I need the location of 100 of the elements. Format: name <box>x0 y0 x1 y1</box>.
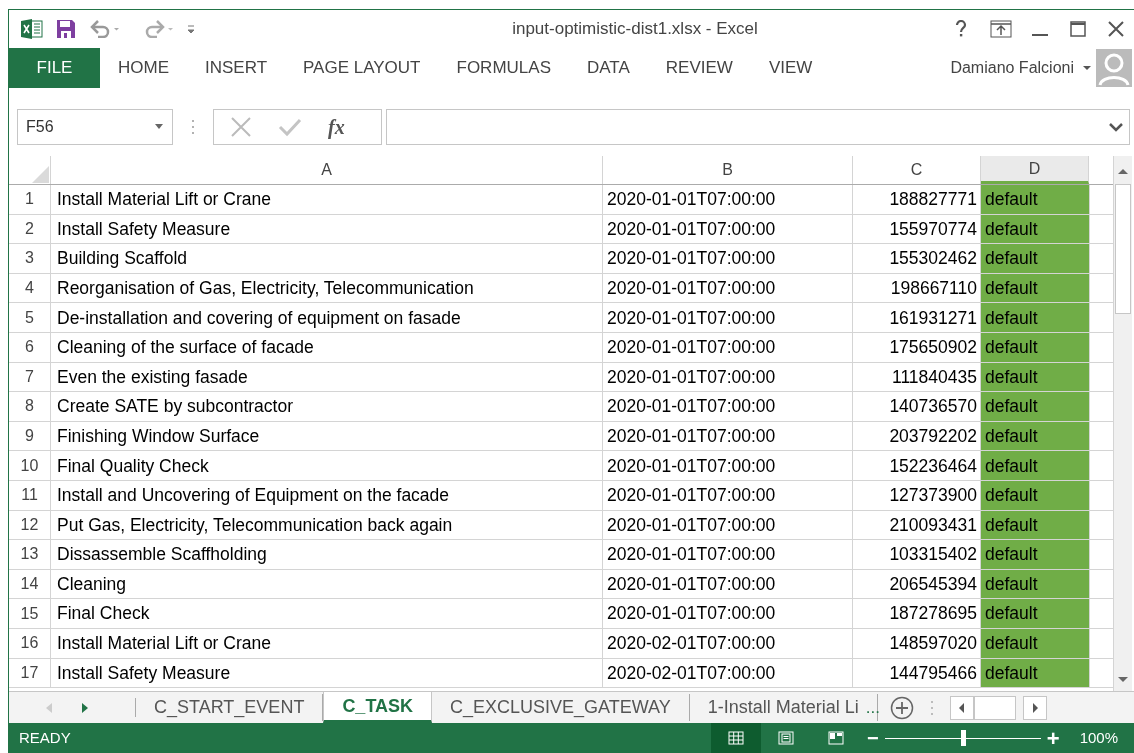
table-cell: 2020-02-01T07:00:00 <box>603 658 853 688</box>
ribbon-tab[interactable]: PAGE LAYOUT <box>285 48 439 88</box>
expand-icon[interactable] <box>1109 122 1123 132</box>
table-cell: 2020-01-01T07:00:00 <box>603 451 853 480</box>
grip-icon <box>930 699 935 716</box>
row-header[interactable]: 8 <box>9 392 51 421</box>
check-icon[interactable] <box>278 117 302 137</box>
row-header[interactable]: 4 <box>9 273 51 303</box>
formula-input[interactable] <box>386 109 1130 145</box>
zoom-slider[interactable] <box>884 730 1041 746</box>
table-cell: Dissassemble Scaffholding <box>51 540 603 569</box>
next-sheet-icon[interactable] <box>81 701 89 714</box>
row-header[interactable]: 16 <box>9 628 51 658</box>
table-cell: Finishing Window Surface <box>51 421 603 451</box>
table-cell: 2020-01-01T07:00:00 <box>603 480 853 510</box>
insert-function-button[interactable]: fx <box>328 112 345 142</box>
column-header[interactable]: D <box>981 156 1089 184</box>
add-sheet-icon[interactable] <box>890 695 915 720</box>
table-cell: default <box>981 273 1089 303</box>
close-icon[interactable] <box>1108 21 1124 37</box>
ribbon-tab[interactable]: VIEW <box>750 48 831 88</box>
ribbon-tab[interactable]: FORMULAS <box>438 48 569 88</box>
zoom-level[interactable]: 100% <box>1079 726 1118 750</box>
window-title: input-optimistic-dist1.xlsx - Excel <box>512 18 758 41</box>
ribbon-tab[interactable]: HOME <box>100 48 187 88</box>
row-header[interactable]: 5 <box>9 303 51 332</box>
name-box[interactable]: F56 <box>17 109 173 145</box>
table-cell: default <box>981 214 1089 244</box>
app-logo-icon[interactable] <box>21 18 43 40</box>
table-cell: 2020-01-01T07:00:00 <box>603 244 853 273</box>
maximize-icon[interactable] <box>1070 21 1086 37</box>
grip-icon <box>191 119 195 135</box>
table-cell: 2020-01-01T07:00:00 <box>603 540 853 569</box>
help-icon[interactable] <box>954 20 968 38</box>
row-header[interactable]: 14 <box>9 569 51 599</box>
status-text: READY <box>19 727 71 748</box>
table-cell: Cleaning <box>51 569 603 599</box>
table-cell: Cleaning of the surface of facade <box>51 332 603 362</box>
table-cell: default <box>981 451 1089 480</box>
row-header[interactable]: 9 <box>9 421 51 451</box>
table-cell: 2020-01-01T07:00:00 <box>603 362 853 392</box>
row-header[interactable]: 1 <box>9 185 51 214</box>
row-header[interactable]: 6 <box>9 332 51 362</box>
ribbon-display-icon[interactable] <box>990 20 1012 38</box>
scroll-right-icon[interactable] <box>1032 702 1039 713</box>
vertical-scrollbar[interactable] <box>1113 156 1132 691</box>
table-cell: Install Safety Measure <box>51 658 603 688</box>
more-sheets[interactable]: ... <box>865 694 881 721</box>
ribbon-tab[interactable]: REVIEW <box>647 48 751 88</box>
table-cell: De-installation and covering of equipment on fasade <box>51 303 603 332</box>
row-header[interactable]: 2 <box>9 214 51 244</box>
table-cell: Building Scaffold <box>51 244 603 273</box>
column-header[interactable]: A <box>51 156 603 184</box>
sheet-tab[interactable]: C_TASK <box>323 692 433 723</box>
view-button[interactable] <box>711 723 762 753</box>
column-header[interactable]: B <box>603 156 853 184</box>
ribbon-tab[interactable]: INSERT <box>187 48 286 88</box>
table-cell: Reorganisation of Gas, Electricity, Telecommunication <box>51 273 603 303</box>
table-cell: default <box>981 480 1089 510</box>
customize-caret-icon[interactable] <box>186 23 196 35</box>
table-cell: 2020-01-01T07:00:00 <box>603 510 853 540</box>
table-cell: 2020-01-01T07:00:00 <box>603 185 853 214</box>
table-cell: 2020-01-01T07:00:00 <box>603 303 853 332</box>
table-cell: Install and Uncovering of Equipment on the facade <box>51 480 603 510</box>
page-icon <box>778 731 795 745</box>
sheet-tab[interactable]: C_EXCLUSIVE_GATEWAY <box>432 694 690 721</box>
caret-icon[interactable] <box>154 124 164 130</box>
caret-icon[interactable] <box>1082 64 1092 72</box>
horizontal-scrollbar[interactable] <box>950 695 1048 720</box>
zoom-in-button[interactable]: + <box>1046 721 1060 753</box>
file-tab[interactable]: FILE <box>9 48 100 88</box>
table-cell: default <box>981 244 1089 273</box>
table-cell: default <box>981 392 1089 421</box>
page-break-icon <box>828 731 845 745</box>
scroll-left-icon[interactable] <box>959 702 966 713</box>
undo-icon[interactable] <box>90 20 120 38</box>
table-cell: default <box>981 362 1089 392</box>
table-cell: 2020-01-01T07:00:00 <box>603 332 853 362</box>
row-header[interactable]: 17 <box>9 658 51 688</box>
table-cell: default <box>981 599 1089 628</box>
scroll-thumb[interactable] <box>1115 184 1131 314</box>
row-header[interactable]: 12 <box>9 510 51 540</box>
table-cell: Install Safety Measure <box>51 214 603 244</box>
table-cell: Install Material Lift or Crane <box>51 185 603 214</box>
row-header[interactable]: 15 <box>9 599 51 628</box>
zoom-out-button[interactable]: − <box>867 723 879 753</box>
row-header[interactable]: 13 <box>9 540 51 569</box>
row-header[interactable]: 10 <box>9 451 51 480</box>
zoom-slider-thumb[interactable] <box>960 730 966 746</box>
table-cell: 2020-01-01T07:00:00 <box>603 273 853 303</box>
table-cell: 2020-01-01T07:00:00 <box>603 569 853 599</box>
row-header[interactable]: 7 <box>9 362 51 392</box>
user-name[interactable]: Damiano Falcioni <box>950 56 1074 80</box>
table-cell: 2020-01-01T07:00:00 <box>603 214 853 244</box>
row-header[interactable]: 3 <box>9 244 51 273</box>
ribbon-tab[interactable]: DATA <box>569 48 648 88</box>
table-cell: 2020-01-01T07:00:00 <box>603 599 853 628</box>
row-header[interactable]: 11 <box>9 480 51 510</box>
table-cell: 2020-02-01T07:00:00 <box>603 628 853 658</box>
save-icon[interactable] <box>56 19 76 39</box>
